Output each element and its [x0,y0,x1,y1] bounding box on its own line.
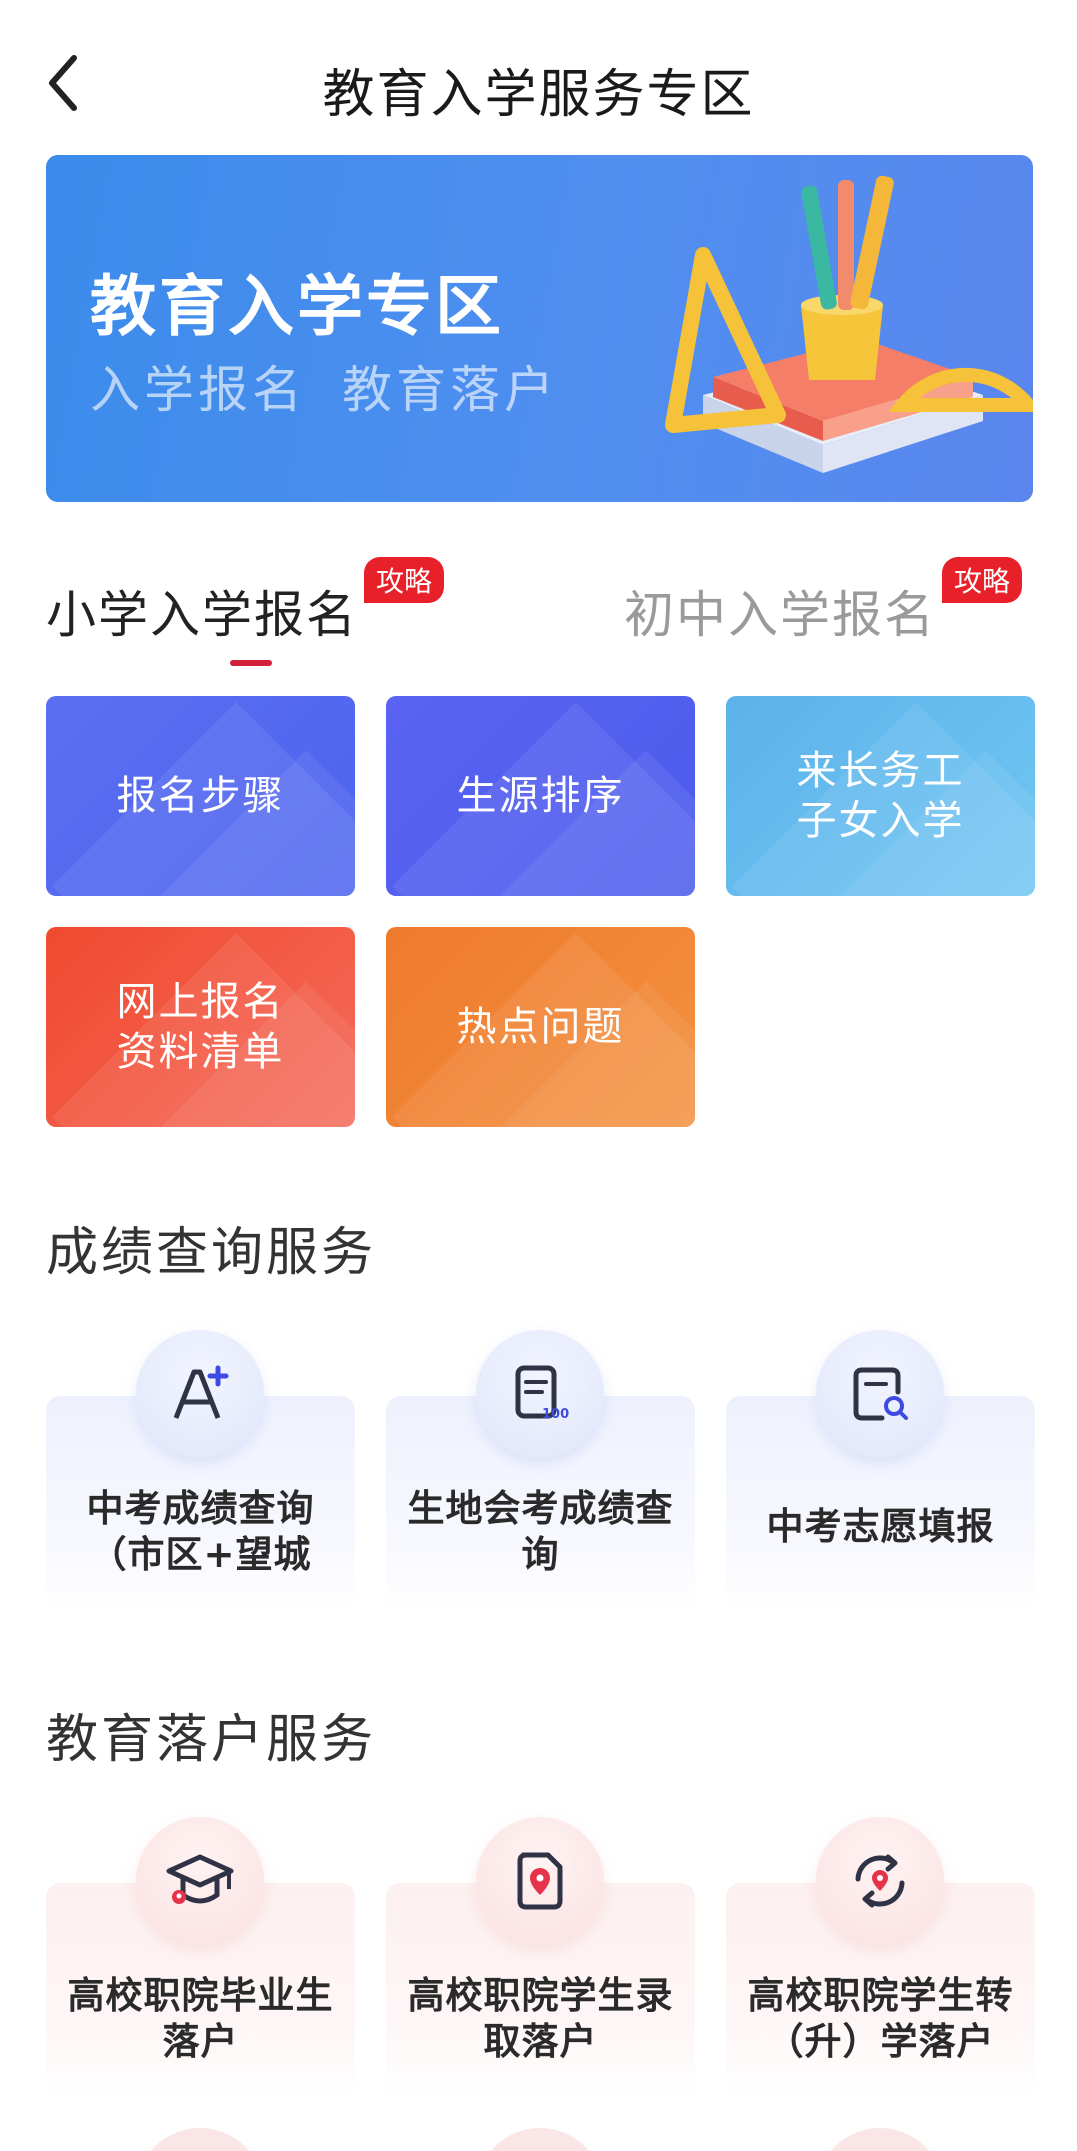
admission-settlement-card[interactable]: 高校职院学生录取落户 [386,1817,695,2098]
tile-student-ranking[interactable]: 生源排序 [386,696,695,896]
next-row-icon [816,2128,944,2151]
guide-badge: 攻略 [363,557,444,603]
banner-subtitle-1: 入学报名 [90,361,306,419]
tile-hot-questions[interactable]: 热点问题 [386,927,695,1127]
active-tab-indicator [230,660,272,666]
tile-label: 热点问题 [456,1004,625,1050]
graduation-cap-icon [136,1817,264,1945]
score-section-title: 成绩查询服务 [46,1223,377,1283]
page-title: 教育入学服务专区 [322,65,755,125]
card-label: 中考成绩查询（市区+望城 [86,1487,315,1576]
tile-online-document-list[interactable]: 网上报名 资料清单 [46,927,355,1127]
exam-score-query-card[interactable]: 中考成绩查询（市区+望城 [46,1330,355,1611]
document-location-icon [476,1817,604,1945]
tab-junior-enrollment[interactable]: 初中入学报名 攻略 [624,557,1022,647]
banner-title: 教育入学专区 [90,268,504,345]
banner-subtitle-2: 教育落户 [342,361,558,419]
banner-subtitle: 入学报名 教育落户 [90,350,558,422]
card-label: 中考志愿填报 [766,1505,995,1548]
card-label: 高校职院学生录取落户 [407,1974,674,2063]
card-label: 生地会考成绩查询 [407,1487,674,1576]
stationery-illustration [665,175,1033,473]
document-search-icon [816,1330,944,1458]
guide-badge: 攻略 [941,557,1022,603]
tab-junior-label: 初中入学报名 [624,586,936,644]
card-label: 高校职院毕业生落户 [67,1974,334,2063]
tile-label: 网上报名 资料清单 [116,979,285,1075]
tile-label: 报名步骤 [116,773,285,819]
education-banner[interactable]: 教育入学专区 入学报名 教育落户 [46,155,1033,502]
score-100-icon: 100 [476,1330,604,1458]
tile-label: 生源排序 [456,773,625,819]
svg-text:100: 100 [542,1407,569,1422]
tab-primary-label: 小学入学报名 [46,586,358,644]
biology-geography-score-card[interactable]: 100 生地会考成绩查询 [386,1330,695,1611]
tile-label: 来长务工 子女入学 [796,748,965,844]
transfer-settlement-card[interactable]: 高校职院学生转（升）学落户 [726,1817,1035,2098]
next-row-icon [136,2128,264,2151]
card-label: 高校职院学生转（升）学落户 [747,1974,1014,2063]
tab-primary-enrollment[interactable]: 小学入学报名 攻略 [46,557,444,647]
enrollment-tabs: 小学入学报名 攻略 初中入学报名 攻略 [46,555,1033,675]
application-filling-card[interactable]: 中考志愿填报 [726,1330,1035,1611]
a-plus-icon [136,1330,264,1458]
settlement-section-title: 教育落户服务 [46,1710,377,1770]
tile-migrant-children[interactable]: 来长务工 子女入学 [726,696,1035,896]
header-bar: 教育入学服务专区 [0,0,1077,160]
graduate-settlement-card[interactable]: 高校职院毕业生落户 [46,1817,355,2098]
tile-enrollment-steps[interactable]: 报名步骤 [46,696,355,896]
location-transfer-icon [816,1817,944,1945]
next-row-icon [476,2128,604,2151]
